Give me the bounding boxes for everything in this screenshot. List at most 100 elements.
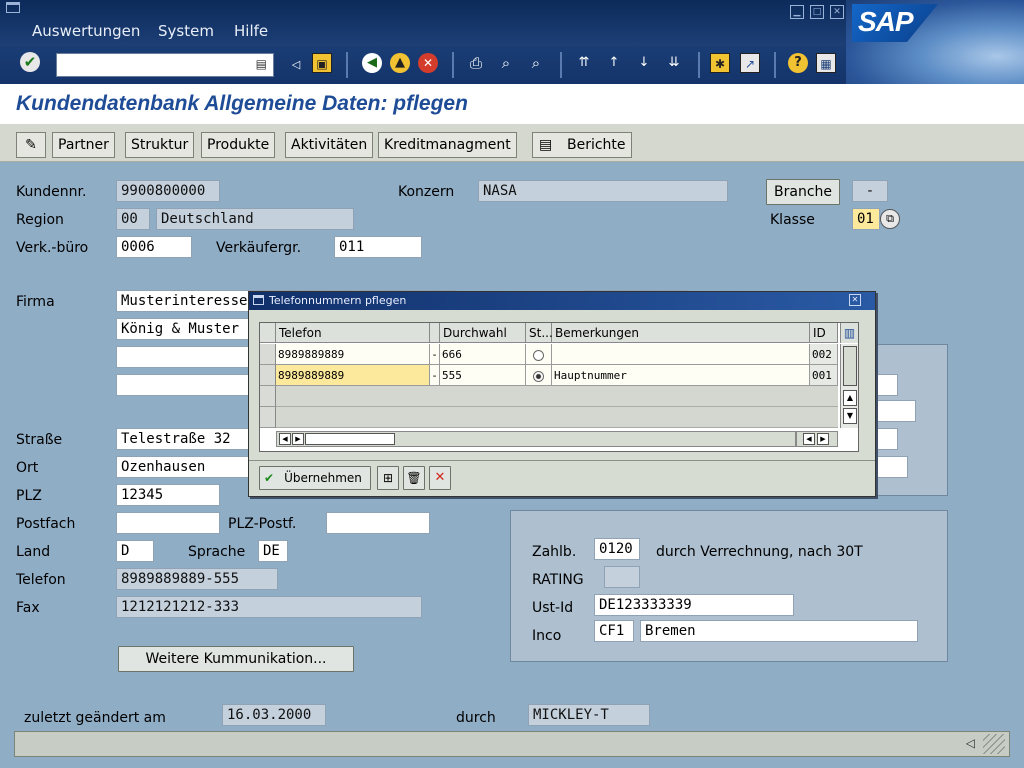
menu-hilfe[interactable]: Hilfe	[234, 22, 268, 40]
durch-field: MICKLEY-T	[528, 704, 650, 726]
print-icon[interactable]: ⎙	[466, 53, 486, 73]
previous-page-icon[interactable]: ↑	[604, 53, 624, 73]
detail-field[interactable]	[876, 428, 898, 450]
new-session-icon[interactable]: ✱	[710, 53, 730, 73]
scroll-down-icon[interactable]: ▼	[843, 408, 857, 424]
detail-field[interactable]	[876, 456, 908, 478]
value-help-icon[interactable]: ⧉	[880, 209, 900, 229]
scroll-thumb[interactable]	[843, 346, 857, 386]
table-settings-icon[interactable]: ▥	[840, 323, 858, 343]
berichte-button[interactable]: ▤ Berichte	[532, 132, 632, 158]
cancel-icon[interactable]: ✕	[429, 466, 451, 490]
status-toggle-icon[interactable]: ◁	[966, 736, 975, 750]
uebernehmen-button[interactable]: ✔ Übernehmen	[259, 466, 371, 490]
cell-dash: -	[430, 365, 440, 386]
ustid-field[interactable]: DE123333339	[594, 594, 794, 616]
telefon-table: Telefon Durchwahl St... Bemerkungen ID ▥…	[259, 322, 859, 452]
dialog-title-bar: Telefonnummern pflegen ✕	[249, 292, 875, 310]
col-header-sep	[430, 323, 440, 343]
menu-auswertungen[interactable]: Auswertungen	[32, 22, 140, 40]
cell-bemerkung[interactable]: Hauptnummer	[552, 365, 810, 386]
help-icon[interactable]: ?	[788, 53, 808, 73]
verkaeufergr-field[interactable]: 011	[334, 236, 422, 258]
find-icon[interactable]: ⌕	[496, 53, 516, 73]
menu-system[interactable]: System	[158, 22, 214, 40]
command-history-icon[interactable]: ▤	[256, 57, 267, 71]
dialog-close-icon[interactable]: ✕	[849, 294, 861, 306]
inco-label: Inco	[532, 628, 562, 644]
shortcut-icon[interactable]: ↗	[740, 53, 760, 73]
exit-icon[interactable]: ▲	[390, 53, 410, 73]
produkte-button[interactable]: Produkte	[201, 132, 276, 158]
branche-button[interactable]: Branche	[766, 179, 840, 205]
close-icon[interactable]: ✕	[830, 5, 844, 19]
resize-grip-icon[interactable]	[983, 734, 1005, 754]
detail-field[interactable]	[876, 400, 916, 422]
land-label: Land	[16, 544, 51, 560]
kreditmanagment-button[interactable]: Kreditmanagment	[378, 132, 517, 158]
partner-button[interactable]: Partner	[52, 132, 115, 158]
horizontal-scrollbar-right[interactable]: ◀ ▶	[796, 431, 838, 447]
detail-field[interactable]	[876, 374, 898, 396]
col-header-durchwahl[interactable]: Durchwahl	[440, 323, 526, 343]
scroll-left-icon[interactable]: ◀	[279, 433, 291, 445]
insert-row-icon[interactable]: ⊞	[377, 466, 399, 490]
region-label: Region	[16, 212, 64, 228]
edit-pencil-icon[interactable]: ✎	[16, 132, 46, 158]
cell-bemerkung[interactable]	[552, 344, 810, 365]
postfach-field[interactable]	[116, 512, 220, 534]
save-icon[interactable]: ▣	[312, 53, 332, 73]
scroll-thumb[interactable]	[305, 433, 395, 445]
klasse-field[interactable]: 01	[852, 208, 880, 230]
dialog-system-icon[interactable]	[253, 295, 264, 305]
cell-durchwahl[interactable]: 555	[440, 365, 526, 386]
command-field[interactable]: ▤	[56, 53, 274, 77]
last-page-icon[interactable]: ⇊	[664, 53, 684, 73]
zahlb-field[interactable]: 0120	[594, 538, 640, 560]
enter-check-icon[interactable]: ✔	[20, 52, 40, 72]
find-next-icon[interactable]: ⌕	[526, 53, 546, 73]
scroll-up-icon[interactable]: ▲	[843, 390, 857, 406]
minimize-icon[interactable]: ▁	[790, 5, 804, 19]
toolbar-separator	[698, 52, 700, 78]
scroll-left-icon[interactable]: ◀	[803, 433, 815, 445]
maximize-icon[interactable]: □	[810, 5, 824, 19]
row-selector[interactable]	[260, 386, 276, 407]
horizontal-scrollbar[interactable]: ◀ ▶	[276, 431, 796, 447]
col-header-standard[interactable]: St...	[526, 323, 553, 343]
delete-row-icon[interactable]: 🗑	[403, 466, 425, 490]
inco-ort-field[interactable]: Bremen	[640, 620, 918, 642]
first-page-icon[interactable]: ⇈	[574, 53, 594, 73]
inco-field[interactable]: CF1	[594, 620, 634, 642]
layout-menu-icon[interactable]: ▦	[816, 53, 836, 73]
empty-rows	[276, 386, 838, 428]
row-selector[interactable]	[260, 407, 276, 428]
row-selector[interactable]	[260, 344, 276, 365]
row-selector[interactable]	[260, 365, 276, 386]
col-header-bemerkungen[interactable]: Bemerkungen	[552, 323, 810, 343]
back-arrow-icon[interactable]: ◁	[286, 55, 306, 75]
verkbuero-field[interactable]: 0006	[116, 236, 192, 258]
ustid-label: Ust-Id	[532, 600, 574, 616]
system-menu-icon[interactable]	[6, 2, 20, 13]
struktur-button[interactable]: Struktur	[125, 132, 195, 158]
col-header-id[interactable]: ID	[810, 323, 838, 343]
weitere-kommunikation-button[interactable]: Weitere Kummunikation...	[118, 646, 354, 672]
standard-radio[interactable]	[526, 344, 552, 365]
back-icon[interactable]: ◀	[362, 53, 382, 73]
sprache-field[interactable]: DE	[258, 540, 288, 562]
aktivitaeten-button[interactable]: Aktivitäten	[285, 132, 374, 158]
plz-postf-field[interactable]	[326, 512, 430, 534]
cell-telefon[interactable]: 8989889889	[276, 365, 430, 386]
land-field[interactable]: D	[116, 540, 154, 562]
col-header-telefon[interactable]: Telefon	[276, 323, 430, 343]
vertical-scrollbar[interactable]: ▲ ▼	[840, 344, 858, 428]
scroll-right-icon[interactable]: ▶	[292, 433, 304, 445]
cell-durchwahl[interactable]: 666	[440, 344, 526, 365]
standard-radio-selected[interactable]	[526, 365, 552, 386]
cancel-icon[interactable]: ✕	[418, 53, 438, 73]
next-page-icon[interactable]: ↓	[634, 53, 654, 73]
plz-field[interactable]: 12345	[116, 484, 220, 506]
cell-telefon[interactable]: 8989889889	[276, 344, 430, 365]
scroll-right-icon[interactable]: ▶	[817, 433, 829, 445]
